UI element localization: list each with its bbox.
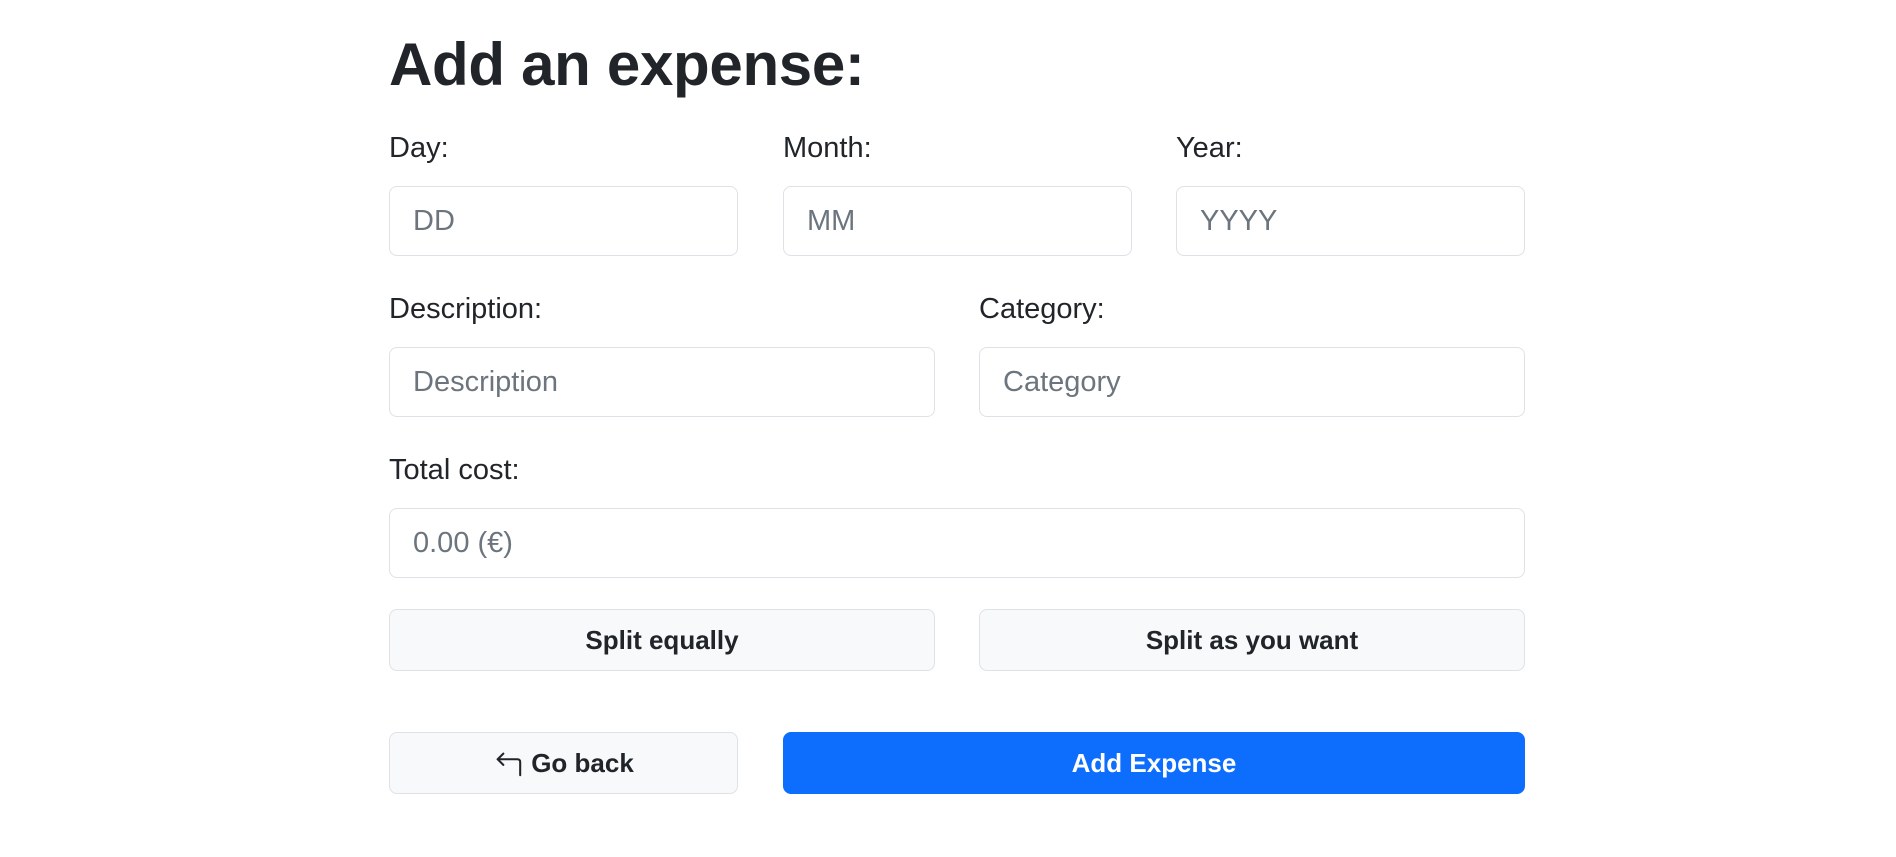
category-input[interactable] (979, 347, 1525, 417)
day-label: Day: (389, 132, 449, 164)
go-back-label: Go back (531, 747, 634, 778)
month-input[interactable] (783, 186, 1132, 256)
description-label: Description: (389, 293, 543, 325)
year-input[interactable] (1176, 186, 1525, 256)
split-custom-button[interactable]: Split as you want (979, 609, 1525, 671)
add-expense-button[interactable]: Add Expense (783, 732, 1525, 794)
day-input[interactable] (389, 186, 738, 256)
month-label: Month: (783, 132, 872, 164)
category-label: Category: (979, 293, 1105, 325)
total-cost-label: Total cost: (389, 454, 520, 486)
arrow-return-left-icon (493, 748, 523, 778)
total-cost-input[interactable] (389, 508, 1525, 578)
go-back-button[interactable]: Go back (389, 732, 738, 794)
year-label: Year: (1176, 132, 1243, 164)
page-title: Add an expense: (389, 31, 865, 98)
split-equally-button[interactable]: Split equally (389, 609, 935, 671)
description-input[interactable] (389, 347, 935, 417)
